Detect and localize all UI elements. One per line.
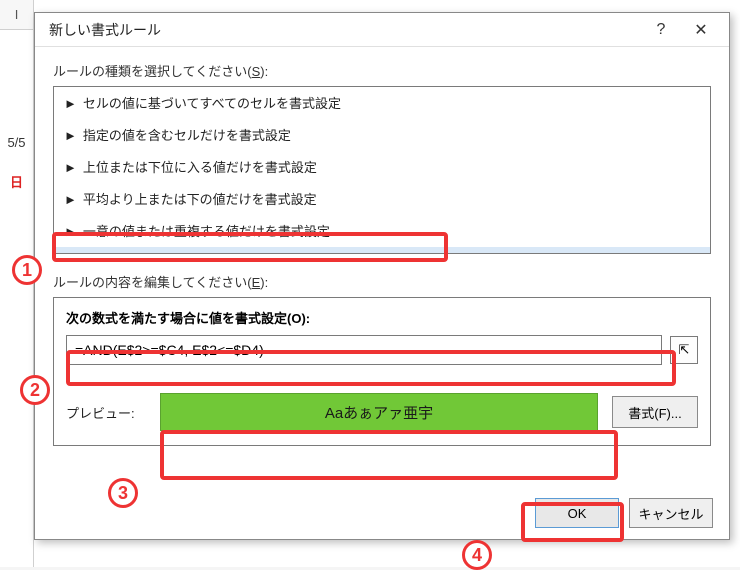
preview-label: プレビュー: bbox=[66, 403, 146, 422]
rule-type-item[interactable]: ► 平均より上または下の値だけを書式設定 bbox=[54, 183, 710, 215]
rule-type-text: 平均より上または下の値だけを書式設定 bbox=[83, 192, 317, 207]
dialog-body: ルールの種類を選択してください(S): ► セルの値に基づいてすべてのセルを書式設… bbox=[35, 47, 729, 487]
formula-panel: 次の数式を満たす場合に値を書式設定(O): ⇱ プレビュー: Aaあぁアァ亜宇 … bbox=[53, 297, 711, 446]
formula-label: 次の数式を満たす場合に値を書式設定(O): bbox=[66, 308, 698, 327]
hotkey: O bbox=[291, 311, 301, 326]
rule-content-label: ルールの内容を編集してください(E): bbox=[53, 272, 711, 291]
date-cell: 5/5 bbox=[0, 130, 33, 156]
cancel-label: キャンセル bbox=[638, 504, 703, 523]
bullet-icon: ► bbox=[64, 160, 77, 175]
preview-swatch: Aaあぁアァ亜宇 bbox=[160, 393, 598, 431]
bullet-icon: ► bbox=[64, 224, 77, 239]
label-text: ): bbox=[260, 275, 268, 290]
bullet-icon: ► bbox=[64, 128, 77, 143]
label-text: ルールの内容を編集してください( bbox=[53, 275, 252, 290]
dialog-footer: OK キャンセル bbox=[35, 487, 729, 539]
cancel-button[interactable]: キャンセル bbox=[629, 498, 713, 528]
new-formatting-rule-dialog: 新しい書式ルール ? ✕ ルールの種類を選択してください(S): ► セルの値に基… bbox=[34, 12, 730, 540]
rule-type-item[interactable]: ► セルの値に基づいてすべてのセルを書式設定 bbox=[54, 87, 710, 119]
spreadsheet-column: I 5/5 日 bbox=[0, 0, 34, 567]
close-button[interactable]: ✕ bbox=[681, 16, 721, 44]
dialog-titlebar: 新しい書式ルール ? ✕ bbox=[35, 13, 729, 47]
collapse-dialog-button[interactable]: ⇱ bbox=[670, 336, 698, 364]
format-button-label: 書式(F)... bbox=[628, 403, 681, 422]
label-text: 次の数式を満たす場合に値を書式設定( bbox=[66, 311, 291, 326]
rule-type-list[interactable]: ►セルの値に基づいてすべてのセルを書式設定 ►指定の値を含むセルだけを書式設定 … bbox=[53, 86, 711, 254]
rule-type-text: 一意の値または重複する値だけを書式設定 bbox=[83, 224, 330, 239]
rule-type-text: 上位または下位に入る値だけを書式設定 bbox=[83, 160, 317, 175]
rule-type-item[interactable]: ► 指定の値を含むセルだけを書式設定 bbox=[54, 119, 710, 151]
label-text: ): bbox=[260, 64, 268, 79]
bullet-icon: ► bbox=[64, 96, 77, 111]
hotkey: S bbox=[252, 64, 261, 79]
label-text: ): bbox=[301, 311, 310, 326]
day-cell: 日 bbox=[0, 170, 33, 196]
rule-type-item[interactable]: ► 上位または下位に入る値だけを書式設定 bbox=[54, 151, 710, 183]
hotkey: E bbox=[252, 275, 261, 290]
collapse-icon: ⇱ bbox=[679, 342, 690, 358]
help-button[interactable]: ? bbox=[641, 16, 681, 44]
label-text: ルールの種類を選択してください( bbox=[53, 64, 252, 79]
ok-button[interactable]: OK bbox=[535, 498, 619, 528]
ok-label: OK bbox=[568, 506, 587, 521]
format-button[interactable]: 書式(F)... bbox=[612, 396, 698, 428]
rule-type-item[interactable]: ► 一意の値または重複する値だけを書式設定 bbox=[54, 215, 710, 247]
rule-type-text: 指定の値を含むセルだけを書式設定 bbox=[83, 128, 291, 143]
rule-type-label: ルールの種類を選択してください(S): bbox=[53, 61, 711, 80]
formula-input[interactable] bbox=[66, 335, 662, 365]
rule-type-item-formula[interactable]: ►数式を使用して、書式設定するセルを決定 bbox=[54, 247, 710, 254]
rule-type-text: セルの値に基づいてすべてのセルを書式設定 bbox=[83, 96, 341, 111]
dialog-title: 新しい書式ルール bbox=[49, 20, 641, 40]
column-header: I bbox=[0, 0, 33, 30]
bullet-icon: ► bbox=[64, 192, 77, 207]
